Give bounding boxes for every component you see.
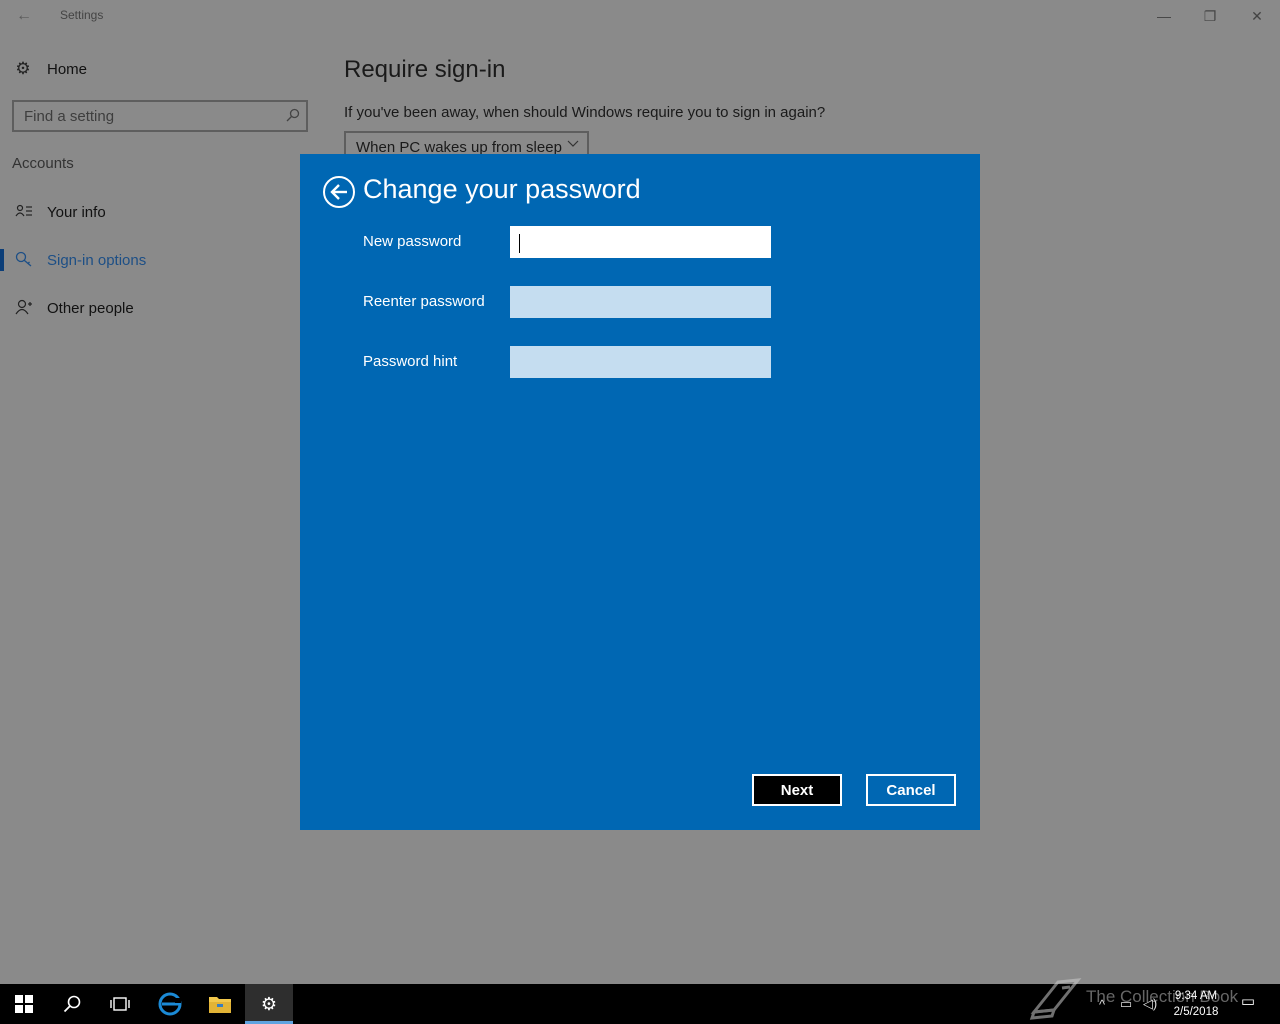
settings-search[interactable] — [12, 100, 308, 132]
reenter-password-field[interactable] — [510, 286, 771, 318]
clock-time: 9:34 AM — [1174, 990, 1218, 1002]
edge-icon[interactable] — [146, 984, 194, 1024]
new-password-label: New password — [363, 233, 462, 250]
password-hint-field[interactable] — [510, 346, 771, 378]
sidebar-item-label: Sign-in options — [47, 251, 147, 269]
sidebar-item-label: Your info — [47, 203, 106, 221]
dialog-title: Change your password — [363, 174, 641, 204]
network-icon[interactable]: ▭ — [1114, 996, 1138, 1012]
settings-gear-icon[interactable]: ⚙ — [245, 984, 293, 1024]
reenter-password-label: Reenter password — [363, 293, 485, 310]
chevron-up-icon[interactable]: ^ — [1090, 997, 1114, 1012]
require-sign-in-description: If you've been away, when should Windows… — [344, 104, 826, 121]
taskbar-clock[interactable]: 9:34 AM 2/5/2018 — [1160, 988, 1232, 1020]
new-password-field[interactable] — [510, 226, 771, 258]
back-arrow-icon[interactable]: ← — [12, 6, 36, 26]
dropdown-value: When PC wakes up from sleep — [356, 138, 562, 156]
search-input[interactable] — [14, 102, 280, 130]
search-icon[interactable] — [280, 108, 306, 125]
minimize-button[interactable]: — — [1141, 4, 1187, 28]
volume-icon[interactable]: ◁) — [1138, 996, 1162, 1012]
restore-button[interactable]: ❐ — [1187, 4, 1233, 28]
task-view-icon[interactable] — [96, 984, 144, 1024]
chevron-down-icon — [567, 137, 579, 152]
file-explorer-icon[interactable] — [196, 984, 244, 1024]
sidebar-item-your-info[interactable]: Your info — [0, 192, 300, 232]
person-card-icon — [14, 204, 34, 221]
search-icon[interactable] — [48, 984, 96, 1024]
sidebar-item-label: Other people — [47, 299, 134, 317]
sidebar-home-label: Home — [47, 60, 88, 78]
back-circle-icon[interactable] — [323, 176, 355, 208]
close-button[interactable]: ✕ — [1234, 4, 1280, 28]
sidebar-item-sign-in-options[interactable]: Sign-in options — [0, 240, 300, 280]
password-hint-label: Password hint — [363, 353, 458, 370]
sidebar-item-other-people[interactable]: Other people — [0, 288, 300, 328]
sidebar-home[interactable]: ⚙ Home — [12, 56, 302, 82]
system-tray: ^ ▭ ◁) — [1090, 984, 1162, 1024]
cancel-button[interactable]: Cancel — [866, 774, 956, 806]
page-title: Require sign-in — [344, 56, 506, 83]
window-title: Settings — [60, 8, 104, 22]
key-icon — [14, 251, 34, 270]
sidebar-section-label: Accounts — [12, 155, 74, 172]
next-button[interactable]: Next — [752, 774, 842, 806]
clock-date: 2/5/2018 — [1173, 1006, 1219, 1018]
book-icon — [1029, 978, 1082, 1020]
gear-icon: ⚙ — [15, 59, 31, 78]
action-center-icon[interactable]: ▭ — [1236, 992, 1260, 1016]
change-password-dialog: Change your password New password Reente… — [300, 154, 980, 830]
add-person-icon — [14, 299, 34, 318]
title-bar: ← Settings — ❐ ✕ — [0, 0, 1280, 32]
windows-start-icon[interactable] — [0, 984, 48, 1024]
text-caret — [519, 234, 520, 253]
